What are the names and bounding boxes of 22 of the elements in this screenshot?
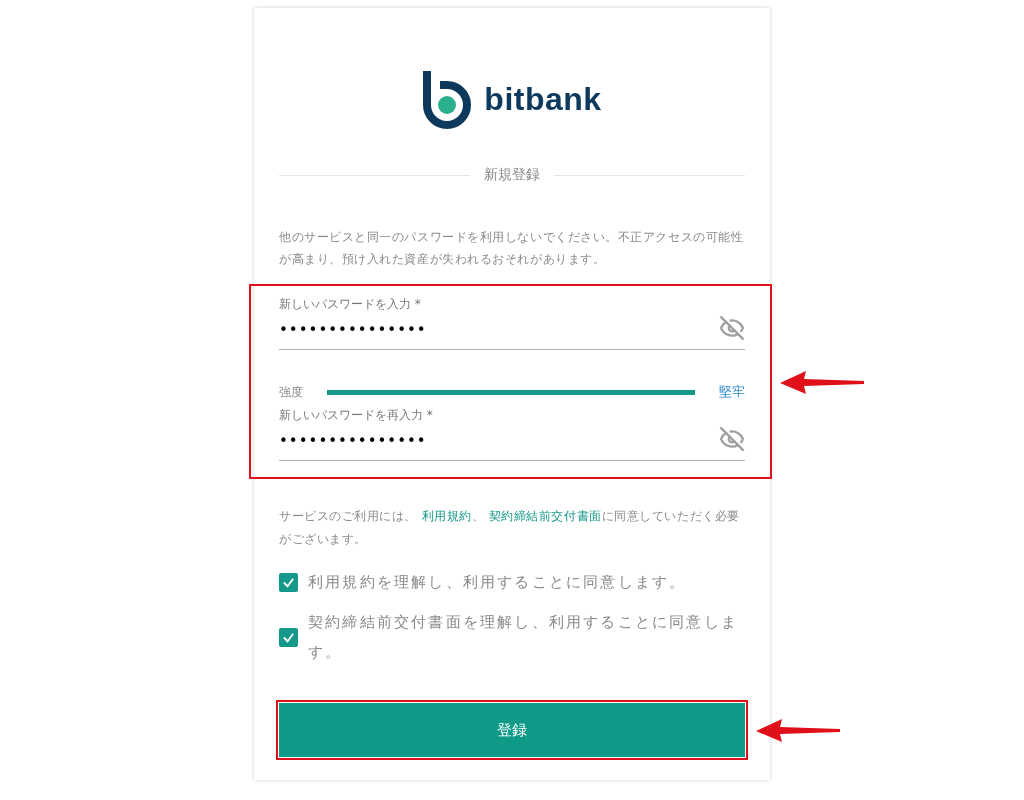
checkbox[interactable] [279,627,298,647]
section-heading: 新規登録 [484,166,540,184]
strength-reading: 堅牢 [719,384,745,401]
logo-text: bitbank [484,80,602,118]
terms-notice: サービスのご利用には、 利用規約、 契約締結前交付書面 に同意していただく必要がございます。 [279,508,741,548]
logo-icon [422,69,473,129]
terms-link[interactable]: 利用規約 [421,509,472,523]
eye-off-icon[interactable] [719,315,745,341]
agreement-label: 利用規約を理解し、利用することに同意します。 [308,572,687,593]
strength-label: 強度 [279,384,303,401]
password-field[interactable]: ••••••••••••••• [279,432,745,461]
eye-off-icon[interactable] [719,426,745,452]
check-icon [282,630,295,644]
password-field[interactable]: ••••••••••••••• [279,321,745,350]
password-notice: 他のサービスと同一のパスワードを利用しないでください。不正アクセスの可能性が高まり、預け入れた資産が失われるおそれがあります。 [279,229,745,268]
field-label: 新しいパスワードを入力 * [279,296,422,313]
check-icon [282,575,295,589]
checkbox[interactable] [279,572,298,592]
register-button[interactable]: 登録 [279,703,745,757]
terms-link[interactable]: 契約締結前交付書面 [488,509,602,523]
field-label: 新しいパスワードを再入力 * [279,407,434,424]
agreement-label: 契約締結前交付書面を理解し、利用することに同意します。 [308,612,739,663]
